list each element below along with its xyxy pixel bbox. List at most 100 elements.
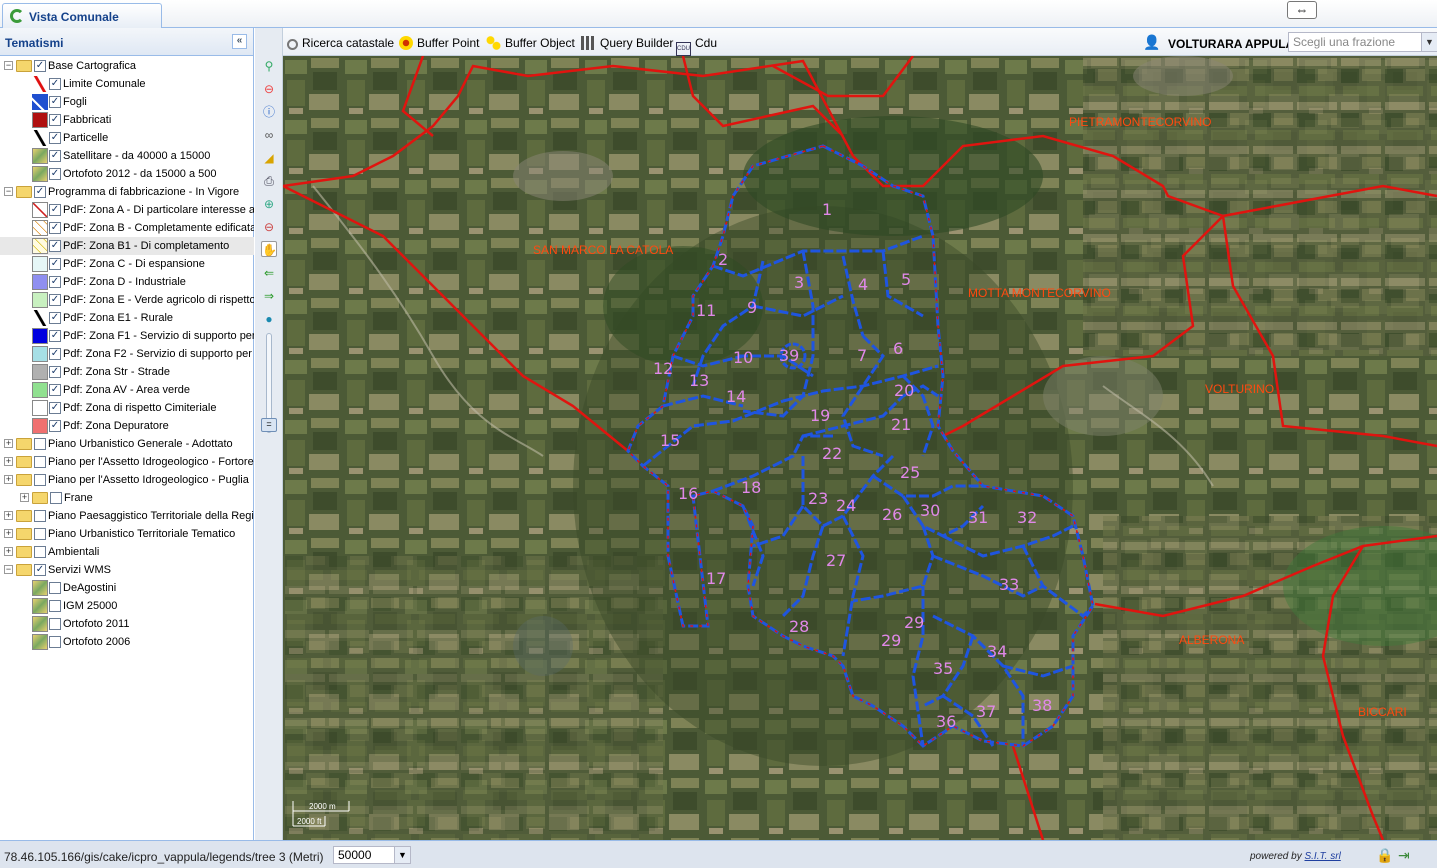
expand-node-icon[interactable]: + bbox=[4, 529, 13, 538]
layer-checkbox[interactable]: ✓ bbox=[34, 186, 46, 198]
layer-checkbox[interactable]: ✓ bbox=[49, 384, 61, 396]
layer-group[interactable]: + Piano per l'Assetto Idrogeologico - For… bbox=[0, 453, 254, 471]
layer-checkbox[interactable]: ✓ bbox=[49, 276, 61, 288]
lock-icon[interactable]: 🔒 bbox=[1376, 847, 1393, 864]
layer-checkbox[interactable] bbox=[34, 456, 46, 468]
layer-item[interactable]: ✓ PdF: Zona E1 - Rurale bbox=[0, 309, 254, 327]
layer-checkbox[interactable]: ✓ bbox=[49, 150, 61, 162]
binoculars-icon[interactable]: ∞ bbox=[261, 127, 277, 143]
layer-checkbox[interactable] bbox=[34, 546, 46, 558]
cdu-button[interactable]: CDU Cdu bbox=[676, 36, 717, 56]
frazione-select[interactable]: Scegli una frazione ▼ bbox=[1288, 32, 1437, 52]
layer-item[interactable]: Ortofoto 2011 bbox=[0, 615, 254, 633]
expand-node-icon[interactable]: + bbox=[4, 439, 13, 448]
layer-item[interactable]: ✓ PdF: Zona F1 - Servizio di supporto per bbox=[0, 327, 254, 345]
layer-item[interactable]: ✓ Pdf: Zona Depuratore bbox=[0, 417, 254, 435]
chevron-down-icon[interactable]: ▼ bbox=[394, 847, 410, 863]
layer-checkbox[interactable]: ✓ bbox=[34, 60, 46, 72]
user-icon[interactable]: 👤 bbox=[1143, 34, 1160, 51]
forward-arrow-icon[interactable]: ⇒ bbox=[261, 288, 277, 304]
layer-checkbox[interactable]: ✓ bbox=[49, 78, 61, 90]
layer-item[interactable]: DeAgostini bbox=[0, 579, 254, 597]
zoom-slider-knob[interactable]: = bbox=[261, 418, 277, 432]
query-builder-button[interactable]: Query Builder bbox=[581, 36, 673, 50]
zoom-out-icon[interactable]: ⊖ bbox=[261, 219, 277, 235]
layer-item[interactable]: ✓ Fabbricati bbox=[0, 111, 254, 129]
layer-item[interactable]: ✓ Pdf: Zona AV - Area verde bbox=[0, 381, 254, 399]
layer-checkbox[interactable]: ✓ bbox=[49, 222, 61, 234]
layer-checkbox[interactable]: ✓ bbox=[49, 168, 61, 180]
collapse-node-icon[interactable]: − bbox=[4, 61, 13, 70]
expand-node-icon[interactable]: + bbox=[20, 493, 29, 502]
layer-checkbox[interactable] bbox=[49, 582, 61, 594]
layer-item[interactable]: ✓ PdF: Zona E - Verde agricolo di rispett… bbox=[0, 291, 254, 309]
layer-checkbox[interactable] bbox=[34, 510, 46, 522]
layer-item[interactable]: ✓ PdF: Zona D - Industriale bbox=[0, 273, 254, 291]
layer-checkbox[interactable]: ✓ bbox=[49, 114, 61, 126]
expand-node-icon[interactable]: + bbox=[4, 511, 13, 520]
back-arrow-icon[interactable]: ⇐ bbox=[261, 265, 277, 281]
collapse-panel-button[interactable]: « bbox=[232, 34, 247, 49]
expand-node-icon[interactable]: + bbox=[4, 457, 13, 466]
layer-checkbox[interactable]: ✓ bbox=[49, 96, 61, 108]
layer-checkbox[interactable]: ✓ bbox=[49, 402, 61, 414]
layer-checkbox[interactable] bbox=[49, 600, 61, 612]
map-view[interactable]: PIETRAMONTECORVINO SAN MARCO LA CATOLA M… bbox=[283, 56, 1437, 840]
layer-item[interactable]: ✓ Satellitare - da 40000 a 15000 bbox=[0, 147, 254, 165]
scale-select[interactable]: 50000 ▼ bbox=[333, 846, 411, 864]
layer-group[interactable]: − ✓ Servizi WMS bbox=[0, 561, 254, 579]
chevron-down-icon[interactable]: ▼ bbox=[1421, 33, 1437, 51]
layer-checkbox[interactable]: ✓ bbox=[34, 564, 46, 576]
expand-node-icon[interactable]: + bbox=[4, 475, 13, 484]
layer-checkbox[interactable] bbox=[49, 636, 61, 648]
ricerca-catastale-button[interactable]: Ricerca catastale bbox=[287, 36, 394, 50]
zoom-in-icon[interactable]: ⊕ bbox=[261, 196, 277, 212]
layer-group[interactable]: + Frane bbox=[0, 489, 254, 507]
layer-group[interactable]: − ✓ Base Cartografica bbox=[0, 57, 254, 75]
layer-group[interactable]: + Piano Urbanistico Generale - Adottato bbox=[0, 435, 254, 453]
layer-checkbox[interactable] bbox=[34, 438, 46, 450]
layer-checkbox[interactable]: ✓ bbox=[49, 420, 61, 432]
layer-checkbox[interactable] bbox=[50, 492, 62, 504]
measure-icon[interactable]: ◢ bbox=[261, 150, 277, 166]
layer-checkbox[interactable]: ✓ bbox=[49, 258, 61, 270]
info-icon[interactable]: ⓘ bbox=[261, 104, 277, 120]
layer-checkbox[interactable] bbox=[34, 474, 46, 486]
layer-item[interactable]: ✓ PdF: Zona C - Di espansione bbox=[0, 255, 254, 273]
collapse-node-icon[interactable]: − bbox=[4, 187, 13, 196]
expand-collapse-button[interactable]: ⇔ bbox=[1287, 1, 1317, 19]
buffer-object-button[interactable]: Buffer Object bbox=[486, 36, 575, 50]
layer-item[interactable]: ✓ Limite Comunale bbox=[0, 75, 254, 93]
layer-item[interactable]: ✓ Ortofoto 2012 - da 15000 a 500 bbox=[0, 165, 254, 183]
layer-item[interactable]: ✓ PdF: Zona B1 - Di completamento bbox=[0, 237, 254, 255]
layer-item[interactable]: ✓ Pdf: Zona Str - Strade bbox=[0, 363, 254, 381]
layer-group[interactable]: + Piano Urbanistico Territoriale Tematico bbox=[0, 525, 254, 543]
layer-group[interactable]: + Piano per l'Assetto Idrogeologico - Pug… bbox=[0, 471, 254, 489]
sit-link[interactable]: S.I.T. srl bbox=[1304, 851, 1340, 862]
layer-checkbox[interactable] bbox=[49, 618, 61, 630]
layer-item[interactable]: ✓ Pdf: Zona di rispetto Cimiteriale bbox=[0, 399, 254, 417]
layer-group[interactable]: − ✓ Programma di fabbricazione - In Vigore bbox=[0, 183, 254, 201]
exit-icon[interactable]: ⇥ bbox=[1398, 847, 1410, 864]
layer-checkbox[interactable] bbox=[34, 528, 46, 540]
tab-vista-comunale[interactable]: Vista Comunale bbox=[2, 3, 162, 28]
layer-item[interactable]: ✓ Pdf: Zona F2 - Servizio di supporto per bbox=[0, 345, 254, 363]
layer-checkbox[interactable]: ✓ bbox=[49, 348, 61, 360]
map-canvas[interactable]: PIETRAMONTECORVINO SAN MARCO LA CATOLA M… bbox=[283, 56, 1437, 840]
layer-item[interactable]: ✓ Fogli bbox=[0, 93, 254, 111]
clear-icon[interactable]: ⊖ bbox=[261, 81, 277, 97]
layer-checkbox[interactable]: ✓ bbox=[49, 312, 61, 324]
collapse-node-icon[interactable]: − bbox=[4, 565, 13, 574]
layer-item[interactable]: ✓ Particelle bbox=[0, 129, 254, 147]
layer-group[interactable]: + Piano Paesaggistico Territoriale della … bbox=[0, 507, 254, 525]
layer-checkbox[interactable]: ✓ bbox=[49, 366, 61, 378]
layer-item[interactable]: Ortofoto 2006 bbox=[0, 633, 254, 651]
hand-pan-icon[interactable]: ✋ bbox=[261, 241, 277, 257]
print-icon[interactable]: ⎙ bbox=[261, 173, 277, 189]
layer-item[interactable]: ✓ PdF: Zona A - Di particolare interesse … bbox=[0, 201, 254, 219]
layer-group[interactable]: + Ambientali bbox=[0, 543, 254, 561]
pan-globe-icon[interactable]: ⚲ bbox=[261, 58, 277, 74]
layer-checkbox[interactable]: ✓ bbox=[49, 330, 61, 342]
buffer-point-button[interactable]: Buffer Point bbox=[399, 36, 479, 50]
layer-checkbox[interactable]: ✓ bbox=[49, 204, 61, 216]
